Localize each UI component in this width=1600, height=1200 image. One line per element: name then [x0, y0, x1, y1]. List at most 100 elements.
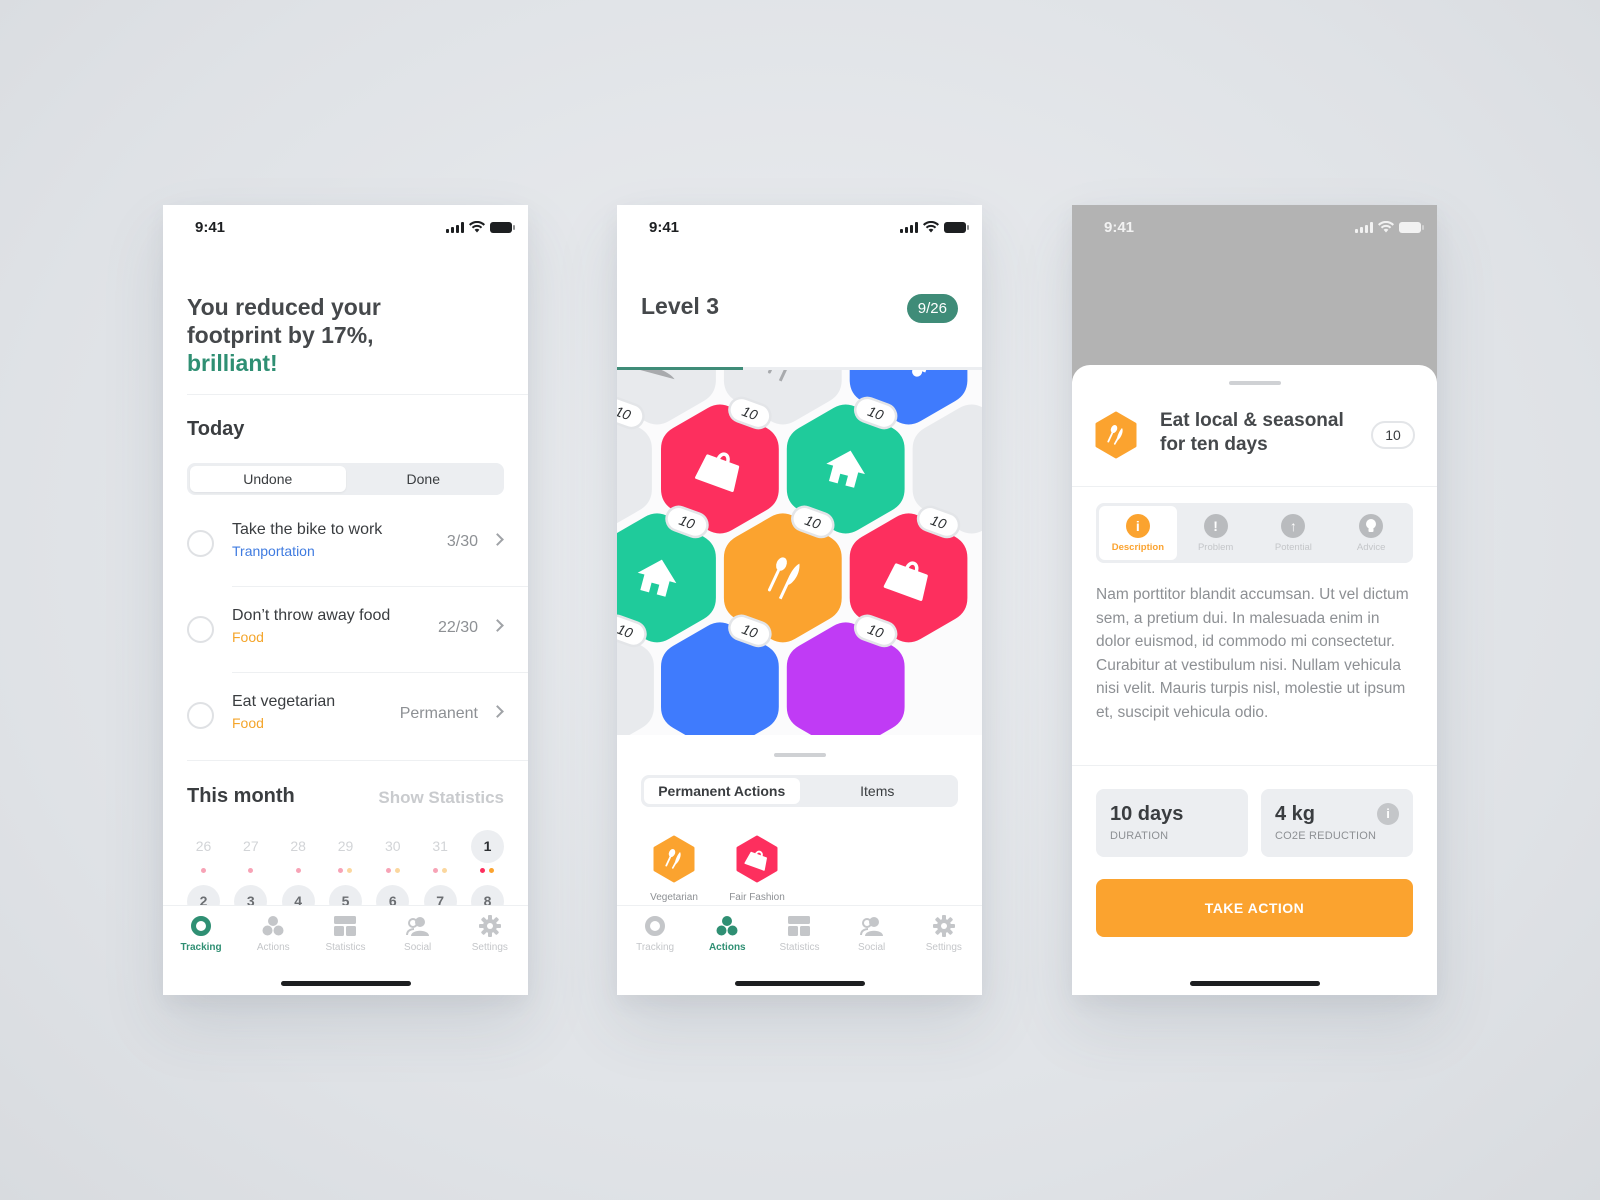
task-checkbox[interactable] — [187, 530, 214, 557]
wifi-icon — [469, 221, 485, 233]
info-icon: i — [1125, 514, 1150, 538]
tab-description[interactable]: i Description — [1099, 506, 1177, 560]
detail-sheet: Eat local & seasonal for ten days 10 i D… — [1072, 365, 1437, 995]
calendar-day[interactable]: 29 — [329, 830, 362, 877]
activity-dots — [376, 863, 409, 877]
status-time: 9:41 — [649, 219, 680, 236]
wifi-icon — [1378, 221, 1394, 233]
task-name: Take the bike to work — [232, 521, 383, 538]
calendar-day[interactable]: 30 — [376, 830, 409, 877]
activity-dot — [489, 867, 495, 873]
tab-potential[interactable]: ↑ Potential — [1255, 506, 1333, 560]
hex-cluster-icon — [716, 916, 738, 936]
task-row[interactable]: Eat vegetarian Food Permanent — [187, 673, 504, 759]
ring-icon — [191, 916, 212, 936]
task-checkbox[interactable] — [187, 702, 214, 729]
tab-tracking[interactable]: Tracking — [620, 914, 690, 953]
tab-statistics[interactable]: Statistics — [764, 914, 834, 953]
status-bar: 9:41 — [163, 205, 528, 249]
wifi-icon — [923, 221, 939, 233]
arrow-up-icon: ↑ — [1281, 514, 1306, 538]
signal-icon — [446, 221, 464, 233]
activity-dot — [480, 867, 486, 873]
tab-items[interactable]: Items — [800, 778, 956, 804]
chevron-right-icon — [491, 533, 504, 546]
info-icon[interactable]: i — [1377, 803, 1399, 825]
calendar-day[interactable]: 28 — [282, 830, 315, 877]
activity-dot — [394, 867, 400, 873]
chevron-right-icon — [491, 705, 504, 718]
tab-undone[interactable]: Undone — [190, 466, 346, 492]
status-bar: 9:41 — [617, 205, 982, 249]
level-title: Level 3 — [641, 293, 719, 319]
tab-actions[interactable]: Actions — [692, 914, 762, 953]
battery-icon — [490, 221, 515, 233]
task-row[interactable]: Don’t throw away food Food 22/30 — [187, 587, 528, 673]
activity-dot — [442, 867, 448, 873]
reduction-label: CO2E REDUCTION — [1275, 830, 1377, 842]
bottom-sheet: Permanent Actions Items Vegetarian Fair … — [617, 735, 982, 905]
calendar-day-number: 26 — [195, 838, 212, 854]
action-title: Eat local & seasonal for ten days — [1160, 410, 1344, 455]
calendar-day-number: 1 — [470, 830, 504, 863]
level-progress-badge: 9/26 — [906, 294, 958, 323]
status-time: 9:41 — [195, 219, 226, 236]
activity-dots — [329, 863, 362, 877]
activity-dot — [201, 867, 206, 873]
footprint-headline: You reduced your footprint by 17%, brill… — [187, 293, 487, 377]
sheet-handle[interactable] — [773, 753, 826, 757]
activity-dot — [385, 867, 391, 873]
tab-advice[interactable]: Advice — [1332, 506, 1410, 560]
tab-social[interactable]: Social — [837, 914, 907, 953]
tab-tracking[interactable]: Tracking — [166, 914, 236, 953]
month-title: This month — [187, 785, 295, 807]
calendar-day-number: 27 — [243, 838, 259, 854]
calendar-day-number: 28 — [290, 838, 306, 854]
status-time: 9:41 — [1104, 219, 1135, 236]
task-name: Eat vegetarian — [232, 693, 336, 710]
task-category: Food — [232, 629, 264, 645]
show-statistics-link[interactable]: Show Statistics — [378, 788, 504, 808]
actions-items-toggle: Permanent Actions Items — [641, 775, 958, 807]
co2-reduction-card: 4 kg CO2E REDUCTION i — [1261, 789, 1413, 857]
tab-settings[interactable]: Settings — [909, 914, 979, 953]
calendar-day[interactable]: 1 — [470, 830, 504, 877]
calendar-day[interactable]: 31 — [424, 830, 457, 877]
tab-permanent-actions[interactable]: Permanent Actions — [644, 778, 800, 804]
tab-done[interactable]: Done — [346, 466, 502, 492]
sheet-handle[interactable] — [1228, 381, 1281, 385]
permanent-action-vegetarian[interactable]: Vegetarian — [636, 835, 712, 903]
activity-dot — [338, 867, 344, 873]
activity-dot — [295, 867, 301, 873]
calendar-day[interactable]: 26 — [187, 830, 220, 877]
bag-icon — [736, 835, 778, 883]
tab-bar: Tracking Actions Statistics Social Setti… — [163, 905, 528, 995]
activity-dots — [424, 863, 457, 877]
tab-actions[interactable]: Actions — [238, 914, 308, 953]
tab-problem[interactable]: ! Problem — [1177, 506, 1255, 560]
home-indicator — [280, 981, 411, 986]
home-indicator — [1189, 981, 1320, 986]
signal-icon — [900, 221, 918, 233]
hex-grid-canvas: 10 10 1010 10 1010 10 10 — [617, 370, 982, 740]
activity-dots — [471, 863, 504, 877]
divider — [187, 760, 528, 761]
calendar-day-number: 29 — [337, 838, 354, 854]
people-icon — [405, 917, 429, 936]
calendar-day[interactable]: 27 — [234, 830, 267, 877]
duration-label: DURATION — [1110, 830, 1169, 842]
take-action-button[interactable]: TAKE ACTION — [1096, 879, 1413, 937]
permanent-action-fair-fashion[interactable]: Fair Fashion — [719, 835, 795, 903]
tab-social[interactable]: Social — [383, 914, 453, 953]
gear-icon — [478, 915, 501, 937]
task-row[interactable]: Take the bike to work Tranportation 3/30 — [187, 501, 528, 587]
cutlery-icon — [653, 835, 695, 883]
task-checkbox[interactable] — [187, 616, 214, 643]
tab-statistics[interactable]: Statistics — [310, 914, 380, 953]
tab-settings[interactable]: Settings — [455, 914, 525, 953]
activity-dot — [347, 867, 353, 873]
tracking-screen: 9:41 You reduced your footprint by 17%, … — [163, 205, 528, 995]
task-progress: 22/30 — [437, 619, 478, 636]
task-category: Tranportation — [232, 543, 315, 559]
duration-value: 10 days — [1110, 803, 1184, 825]
